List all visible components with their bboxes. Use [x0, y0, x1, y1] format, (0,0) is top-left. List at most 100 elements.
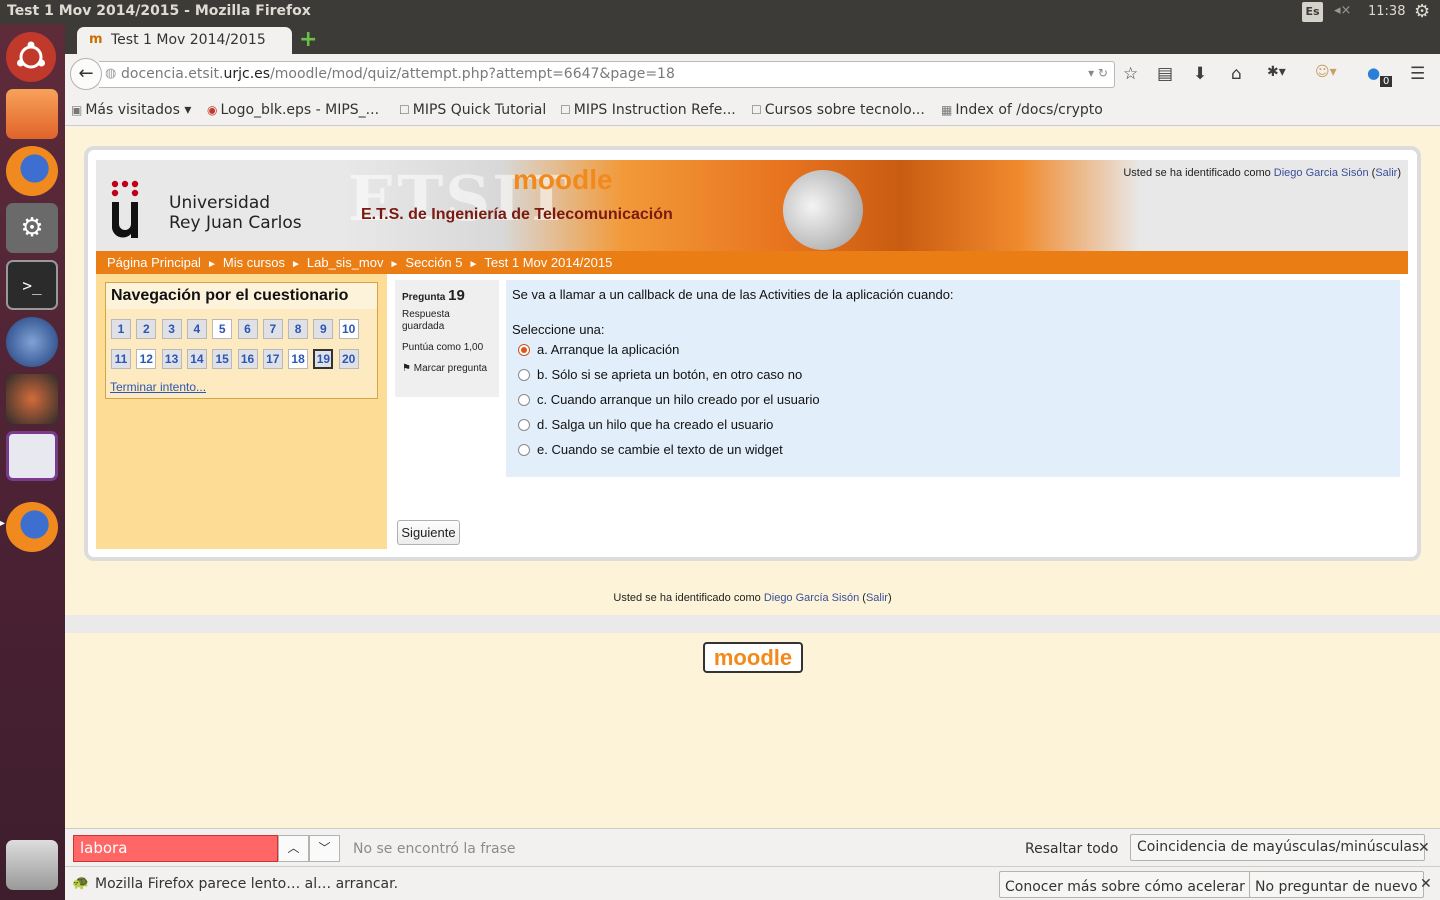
- clock[interactable]: 11:38: [1368, 4, 1405, 19]
- breadcrumb-my-courses[interactable]: Mis cursos: [223, 255, 285, 270]
- question-nav-button-4[interactable]: 4: [186, 319, 207, 339]
- ubuntu-dash-icon[interactable]: [6, 32, 56, 82]
- find-status: No se encontró la frase: [353, 841, 516, 857]
- find-input[interactable]: labora: [73, 835, 278, 862]
- dont-ask-again-button[interactable]: No preguntar de nuevo: [1249, 871, 1424, 898]
- question-info: Pregunta 19 Respuesta guardada Puntúa co…: [395, 280, 499, 397]
- find-close-icon[interactable]: ✕: [1418, 840, 1430, 856]
- volume-muted-icon[interactable]: ◂×: [1334, 3, 1351, 18]
- moodle-logo[interactable]: moodle: [703, 642, 803, 673]
- turtle-icon: 🐢: [72, 875, 90, 891]
- home-icon[interactable]: ⌂: [1231, 64, 1242, 84]
- highlight-all-button[interactable]: Resaltar todo: [1025, 841, 1118, 857]
- question-nav-button-7[interactable]: 7: [262, 319, 283, 339]
- keyboard-layout-indicator[interactable]: Es: [1302, 2, 1323, 22]
- answer-radio[interactable]: [518, 368, 530, 381]
- bookmark-star-icon[interactable]: ☆: [1123, 64, 1138, 84]
- bookmark-logo-blk[interactable]: ◉ Logo_blk.eps - MIPS_...: [207, 102, 379, 118]
- persona-icon[interactable]: ☺▾: [1315, 64, 1337, 80]
- question-nav-button-19[interactable]: 19: [313, 349, 334, 369]
- bookmark-docs-crypto[interactable]: ▦ Index of /docs/crypto: [941, 102, 1103, 118]
- bookmark-cursos[interactable]: ☐ Cursos sobre tecnolo...: [751, 102, 925, 118]
- tab-active[interactable]: m Test 1 Mov 2014/2015: [77, 27, 292, 54]
- question-nav-button-2[interactable]: 2: [136, 319, 157, 339]
- question-nav-button-11[interactable]: 11: [111, 349, 131, 369]
- breadcrumb-home[interactable]: Página Principal: [107, 255, 201, 270]
- question-nav-button-6[interactable]: 6: [237, 319, 258, 339]
- question-nav-button-5[interactable]: 5: [212, 319, 233, 339]
- menu-icon[interactable]: ☰: [1410, 64, 1425, 84]
- page-icon: ☐: [399, 103, 410, 117]
- answer-radio[interactable]: [518, 418, 530, 431]
- folder-icon: ▣: [71, 103, 83, 117]
- answer-radio[interactable]: [518, 443, 530, 456]
- addon-icon[interactable]: ✱▾: [1267, 64, 1286, 80]
- remote-desktop-icon[interactable]: [6, 431, 58, 481]
- system-settings-icon[interactable]: ⚙: [6, 203, 58, 253]
- next-button[interactable]: Siguiente: [397, 520, 460, 545]
- question-nav-button-1[interactable]: 1: [111, 319, 131, 339]
- user-profile-link-footer[interactable]: Diego García Sisón: [764, 592, 859, 604]
- globe-app-icon[interactable]: [6, 317, 58, 367]
- notification-close-icon[interactable]: ✕: [1420, 876, 1432, 892]
- logout-link-footer[interactable]: Salir: [866, 592, 888, 604]
- bookmark-mips-quick-tutorial[interactable]: ☐ MIPS Quick Tutorial: [399, 102, 546, 118]
- question-nav-button-10[interactable]: 10: [338, 319, 359, 339]
- find-next-button[interactable]: ﹀: [309, 835, 340, 862]
- globe-icon[interactable]: ◍: [105, 66, 116, 81]
- question-nav-button-8[interactable]: 8: [288, 319, 309, 339]
- learn-more-button[interactable]: Conocer más sobre cómo acelerar: [999, 871, 1251, 898]
- terminal-icon[interactable]: >_: [6, 260, 58, 310]
- answer-radio[interactable]: [518, 393, 530, 406]
- downloads-icon[interactable]: ⬇: [1193, 64, 1207, 84]
- system-gear-icon[interactable]: ⚙: [1414, 1, 1430, 22]
- answer-option[interactable]: e. Cuando se cambie el texto de un widge…: [518, 442, 783, 457]
- finish-attempt-link[interactable]: Terminar intento...: [110, 380, 206, 394]
- answer-radio[interactable]: [518, 343, 530, 356]
- notification-icon[interactable]: ●: [1367, 64, 1380, 82]
- url-bar[interactable]: ◍ docencia.etsit.urjc.es/moodle/mod/quiz…: [99, 61, 1115, 88]
- answer-option[interactable]: c. Cuando arranque un hilo creado por el…: [518, 392, 820, 407]
- question-nav-button-3[interactable]: 3: [161, 319, 182, 339]
- bookmark-mips-instruction[interactable]: ☐ MIPS Instruction Refe...: [560, 102, 736, 118]
- back-button[interactable]: ←: [70, 58, 102, 90]
- answer-label: a. Arranque la aplicación: [537, 342, 680, 357]
- flag-question[interactable]: ⚑ Marcar pregunta: [402, 363, 492, 375]
- user-profile-link[interactable]: Diego Garcia Sisón: [1274, 167, 1369, 179]
- question-nav-button-12[interactable]: 12: [136, 349, 157, 369]
- url-domain-pre: docencia.etsit.: [121, 66, 224, 82]
- breadcrumb-quiz[interactable]: Test 1 Mov 2014/2015: [484, 255, 612, 270]
- reload-icon[interactable]: ▾ ↻: [1088, 66, 1108, 80]
- new-tab-plus-icon[interactable]: +: [299, 27, 317, 52]
- image-viewer-icon[interactable]: [6, 374, 58, 424]
- breadcrumb-section[interactable]: Sección 5: [405, 255, 462, 270]
- page-icon: ☐: [751, 103, 762, 117]
- question-nav-button-9[interactable]: 9: [313, 319, 334, 339]
- window-title: Test 1 Mov 2014/2015 - Mozilla Firefox: [7, 3, 311, 19]
- question-nav-button-18[interactable]: 18: [288, 349, 309, 369]
- answer-option[interactable]: b. Sólo si se aprieta un botón, en otro …: [518, 367, 802, 382]
- find-previous-button[interactable]: ︿: [278, 835, 309, 862]
- answer-option[interactable]: a. Arranque la aplicación: [518, 342, 679, 357]
- question-nav-button-16[interactable]: 16: [237, 349, 258, 369]
- question-nav-button-17[interactable]: 17: [262, 349, 283, 369]
- reading-list-icon[interactable]: ▤: [1157, 64, 1173, 84]
- firefox-icon[interactable]: [6, 146, 58, 196]
- logout-link[interactable]: Salir: [1375, 167, 1397, 179]
- question-nav-button-14[interactable]: 14: [186, 349, 207, 369]
- etsit-banner: ETSIT moodle E.T.S. de Ingeniería de Tel…: [343, 160, 1140, 251]
- files-folder-icon[interactable]: [6, 89, 58, 139]
- question-nav-button-13[interactable]: 13: [161, 349, 182, 369]
- firefox-active-icon[interactable]: [0, 502, 58, 552]
- match-case-button[interactable]: Coincidencia de mayúsculas/minúsculas: [1130, 834, 1426, 861]
- url-path: /moodle/mod/quiz/attempt.php?attempt=664…: [270, 66, 675, 82]
- answer-option[interactable]: d. Salga un hilo que ha creado el usuari…: [518, 417, 773, 432]
- tab-bar: m Test 1 Mov 2014/2015 +: [65, 24, 1440, 54]
- question-nav-button-15[interactable]: 15: [212, 349, 233, 369]
- question-nav-button-20[interactable]: 20: [338, 349, 359, 369]
- bookmark-mas-visitados[interactable]: ▣ Más visitados ▾: [71, 102, 191, 118]
- trash-icon[interactable]: [6, 840, 58, 890]
- breadcrumb: Página Principal ► Mis cursos ► Lab_sis_mov ►…: [96, 251, 1408, 274]
- breadcrumb-course[interactable]: Lab_sis_mov: [307, 255, 384, 270]
- launcher: ⚙ >_: [0, 24, 65, 900]
